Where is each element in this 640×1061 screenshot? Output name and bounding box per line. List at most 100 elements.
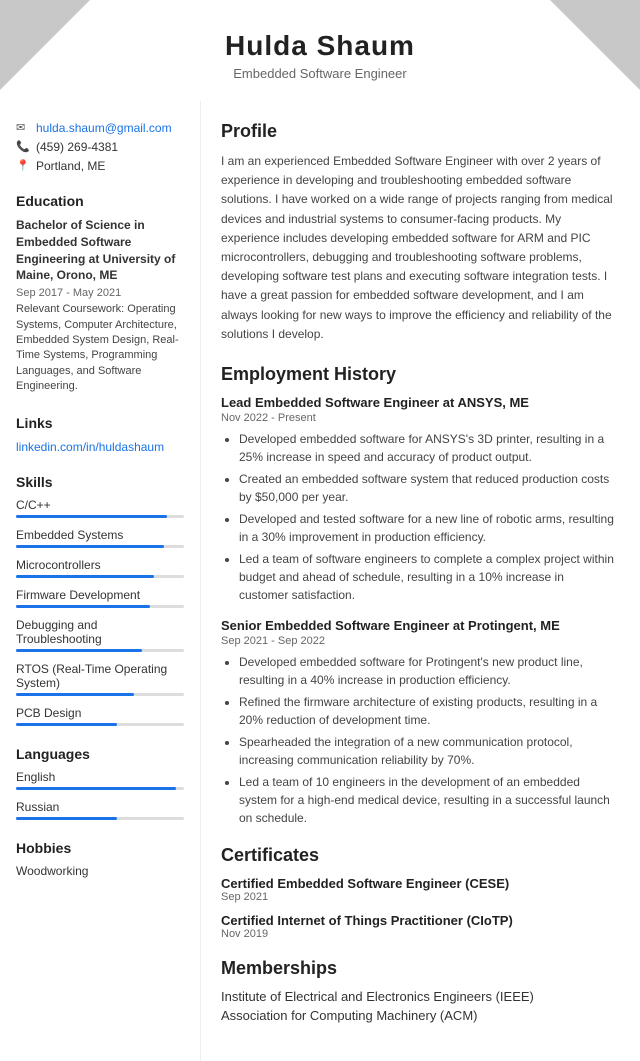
skill-name: C/C++ — [16, 498, 184, 512]
skill-bar-fill — [16, 693, 134, 696]
location-contact: 📍 Portland, ME — [16, 159, 184, 173]
education-label: Education — [16, 193, 184, 209]
skill-bar-fill — [16, 649, 142, 652]
languages-section: Languages English Russian — [16, 746, 184, 820]
skill-item: Firmware Development — [16, 588, 184, 608]
links-label: Links — [16, 415, 184, 431]
phone-number: (459) 269-4381 — [36, 140, 118, 154]
job-bullets: Developed embedded software for ANSYS's … — [221, 430, 616, 604]
skill-bar-bg — [16, 723, 184, 726]
main-content: Profile I am an experienced Embedded Sof… — [200, 101, 640, 1061]
skills-section: Skills C/C++ Embedded Systems Microcontr… — [16, 474, 184, 726]
skills-label: Skills — [16, 474, 184, 490]
education-section: Education Bachelor of Science in Embedde… — [16, 193, 184, 395]
skill-bar-bg — [16, 605, 184, 608]
email-contact: ✉ hulda.shaum@gmail.com — [16, 121, 184, 135]
job-date: Nov 2022 - Present — [221, 412, 616, 424]
skill-item: C/C++ — [16, 498, 184, 518]
coursework-label: Relevant Coursework: Operating Systems, … — [16, 302, 184, 394]
job-title: Lead Embedded Software Engineer at ANSYS… — [221, 395, 616, 410]
skill-item: Embedded Systems — [16, 528, 184, 548]
hobbies-label: Hobbies — [16, 840, 184, 856]
cert-name: Certified Embedded Software Engineer (CE… — [221, 876, 616, 891]
memberships-title: Memberships — [221, 958, 616, 979]
skill-bar-bg — [16, 575, 184, 578]
profile-section: Profile I am an experienced Embedded Sof… — [221, 121, 616, 344]
membership-item: Association for Computing Machinery (ACM… — [221, 1008, 616, 1023]
skill-item: PCB Design — [16, 706, 184, 726]
lang-name: Russian — [16, 800, 184, 814]
skill-name: Firmware Development — [16, 588, 184, 602]
lang-bar-fill — [16, 817, 117, 820]
hobbies-text: Woodworking — [16, 864, 184, 878]
cert-item: Certified Embedded Software Engineer (CE… — [221, 876, 616, 903]
degree-text: Bachelor of Science in Embedded Software… — [16, 217, 184, 284]
skill-bar-bg — [16, 649, 184, 652]
candidate-title: Embedded Software Engineer — [20, 66, 620, 81]
job-bullet: Refined the firmware architecture of exi… — [239, 693, 616, 729]
email-link[interactable]: hulda.shaum@gmail.com — [36, 121, 172, 135]
languages-list: English Russian — [16, 770, 184, 820]
job-bullet: Developed and tested software for a new … — [239, 510, 616, 546]
job-entry: Lead Embedded Software Engineer at ANSYS… — [221, 395, 616, 604]
linkedin-link[interactable]: linkedin.com/in/huldashaum — [16, 440, 164, 454]
job-date: Sep 2021 - Sep 2022 — [221, 635, 616, 647]
coursework-text: Operating Systems, Computer Architecture… — [16, 303, 179, 392]
cert-item: Certified Internet of Things Practitione… — [221, 913, 616, 940]
employment-title: Employment History — [221, 364, 616, 385]
phone-contact: 📞 (459) 269-4381 — [16, 140, 184, 154]
certs-list: Certified Embedded Software Engineer (CE… — [221, 876, 616, 940]
main-layout: ✉ hulda.shaum@gmail.com 📞 (459) 269-4381… — [0, 101, 640, 1061]
cert-date: Nov 2019 — [221, 928, 616, 940]
job-bullet: Led a team of software engineers to comp… — [239, 550, 616, 604]
skill-bar-bg — [16, 545, 184, 548]
skill-name: Embedded Systems — [16, 528, 184, 542]
location-icon: 📍 — [16, 159, 30, 172]
employment-section: Employment History Lead Embedded Softwar… — [221, 364, 616, 827]
contact-section: ✉ hulda.shaum@gmail.com 📞 (459) 269-4381… — [16, 121, 184, 173]
skill-bar-bg — [16, 515, 184, 518]
lang-bar-bg — [16, 787, 184, 790]
job-bullet: Developed embedded software for ANSYS's … — [239, 430, 616, 466]
skill-name: Microcontrollers — [16, 558, 184, 572]
skill-item: RTOS (Real-Time Operating System) — [16, 662, 184, 696]
skill-bar-fill — [16, 605, 150, 608]
page-header: Hulda Shaum Embedded Software Engineer — [0, 0, 640, 101]
skill-item: Microcontrollers — [16, 558, 184, 578]
job-bullet: Led a team of 10 engineers in the develo… — [239, 773, 616, 827]
profile-text: I am an experienced Embedded Software En… — [221, 152, 616, 344]
lang-bar-fill — [16, 787, 176, 790]
candidate-name: Hulda Shaum — [20, 30, 620, 62]
certificates-section: Certificates Certified Embedded Software… — [221, 845, 616, 940]
job-bullet: Spearheaded the integration of a new com… — [239, 733, 616, 769]
phone-icon: 📞 — [16, 140, 30, 153]
certificates-title: Certificates — [221, 845, 616, 866]
cert-date: Sep 2021 — [221, 891, 616, 903]
location-text: Portland, ME — [36, 159, 105, 173]
skill-bar-fill — [16, 723, 117, 726]
languages-label: Languages — [16, 746, 184, 762]
education-dates: Sep 2017 - May 2021 — [16, 287, 184, 299]
skill-bar-fill — [16, 575, 154, 578]
links-section: Links linkedin.com/in/huldashaum — [16, 415, 184, 454]
job-entry: Senior Embedded Software Engineer at Pro… — [221, 618, 616, 827]
language-item: English — [16, 770, 184, 790]
cert-name: Certified Internet of Things Practitione… — [221, 913, 616, 928]
job-bullet: Developed embedded software for Protinge… — [239, 653, 616, 689]
job-bullets: Developed embedded software for Protinge… — [221, 653, 616, 827]
membership-item: Institute of Electrical and Electronics … — [221, 989, 616, 1004]
education-entry: Bachelor of Science in Embedded Software… — [16, 217, 184, 395]
skill-bar-fill — [16, 515, 167, 518]
skill-name: Debugging and Troubleshooting — [16, 618, 184, 646]
skill-item: Debugging and Troubleshooting — [16, 618, 184, 652]
job-title: Senior Embedded Software Engineer at Pro… — [221, 618, 616, 633]
lang-bar-bg — [16, 817, 184, 820]
lang-name: English — [16, 770, 184, 784]
skill-name: PCB Design — [16, 706, 184, 720]
job-bullet: Created an embedded software system that… — [239, 470, 616, 506]
email-icon: ✉ — [16, 121, 30, 134]
hobbies-section: Hobbies Woodworking — [16, 840, 184, 878]
jobs-list: Lead Embedded Software Engineer at ANSYS… — [221, 395, 616, 827]
skills-list: C/C++ Embedded Systems Microcontrollers … — [16, 498, 184, 726]
memberships-section: Memberships Institute of Electrical and … — [221, 958, 616, 1023]
